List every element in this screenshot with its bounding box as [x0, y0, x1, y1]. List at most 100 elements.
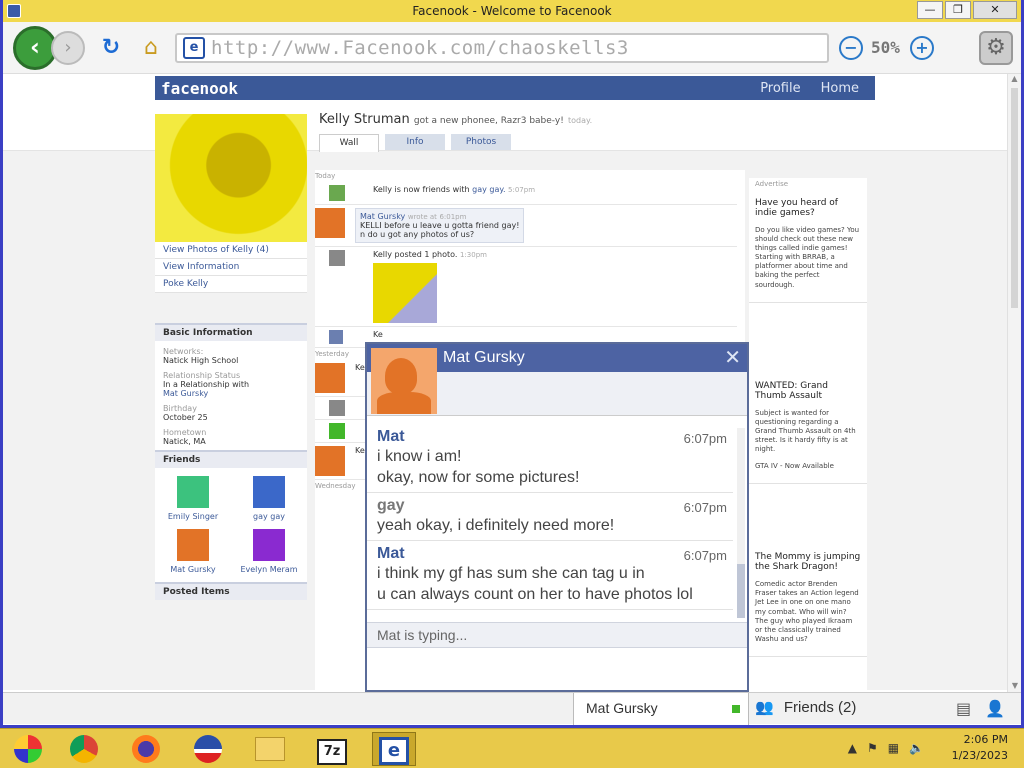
- firefox-icon: [132, 735, 160, 763]
- scroll-thumb[interactable]: [1011, 88, 1018, 308]
- clock-time: 2:06 PM: [963, 733, 1008, 746]
- taskbar-app[interactable]: [124, 732, 168, 766]
- photo-icon: [329, 400, 345, 416]
- browser-toolbar: ‹ › ↻ ⌂ e http://www.Facenook.com/chaosk…: [3, 22, 1021, 74]
- view-information-link[interactable]: View Information: [155, 259, 307, 276]
- chat-contact-name: Mat Gursky: [443, 349, 525, 366]
- avatar[interactable]: [315, 208, 345, 238]
- forward-button[interactable]: ›: [51, 30, 85, 65]
- profile-picture[interactable]: [155, 114, 307, 242]
- profile-sidebar: View Photos of Kelly (4) View Informatio…: [155, 242, 307, 600]
- feed-item: Kelly posted 1 photo. 1:30pm: [315, 247, 737, 327]
- taskbar-app[interactable]: [186, 732, 230, 766]
- ad-item[interactable]: WANTED: Grand Thumb Assault Subject is w…: [749, 373, 867, 485]
- ad-item[interactable]: The Mommy is jumping the Shark Dragon! C…: [749, 544, 867, 657]
- minimize-button[interactable]: —: [917, 1, 943, 19]
- relationship-label: Relationship Status: [163, 371, 241, 380]
- taskbar-app[interactable]: [62, 732, 106, 766]
- taskbar-app[interactable]: [6, 732, 50, 766]
- poke-link[interactable]: Poke Kelly: [155, 276, 307, 293]
- chat-avatar: [371, 348, 437, 414]
- network-icon[interactable]: ▦: [888, 741, 899, 755]
- zoom-out-button[interactable]: −: [839, 35, 863, 60]
- ad-extra: GTA IV - Now Available: [755, 462, 834, 471]
- ad-spacer: [749, 303, 867, 373]
- post-time: 6:01pm: [439, 213, 467, 221]
- chat-tab-label: Mat Gursky: [586, 700, 658, 716]
- 7zip-icon: 7z: [317, 739, 347, 765]
- feed-link[interactable]: gay gay.: [472, 185, 505, 194]
- clock-date: 1/23/2023: [951, 749, 1008, 762]
- window-title: Facenook - Welcome to Facenook: [412, 4, 612, 18]
- refresh-button[interactable]: ↻: [97, 34, 125, 62]
- zoom-out-icon: −: [844, 37, 858, 57]
- tab-info[interactable]: Info: [385, 134, 445, 150]
- feed-item: Kelly is now friends with gay gay. 5:07p…: [315, 182, 737, 205]
- friends-icon: 👥: [755, 699, 774, 716]
- birthday-value: October 25: [163, 413, 208, 422]
- address-bar[interactable]: e http://www.Facenook.com/chaoskells3: [175, 32, 829, 63]
- post-author[interactable]: Mat Gursky: [360, 212, 405, 221]
- post-line: n do u got any photos of us?: [360, 230, 475, 239]
- taskbar-app-active[interactable]: e: [372, 732, 416, 766]
- birthday-label: Birthday: [163, 404, 197, 413]
- tab-photos[interactable]: Photos: [451, 134, 511, 150]
- chat-scrollbar[interactable]: [737, 428, 745, 618]
- avatar[interactable]: [315, 363, 345, 393]
- obama-icon: [194, 735, 222, 763]
- settings-button[interactable]: ⚙: [979, 30, 1013, 65]
- friend-item[interactable]: gay gay: [231, 476, 307, 521]
- chat-tab[interactable]: Mat Gursky: [573, 693, 749, 725]
- folder-icon: [255, 737, 285, 761]
- page-scrollbar[interactable]: ▲ ▼: [1007, 74, 1021, 692]
- volume-icon[interactable]: 🔈: [909, 741, 924, 755]
- posted-photo[interactable]: [373, 263, 437, 323]
- gear-icon: ⚙: [986, 34, 1006, 60]
- friend-item[interactable]: Mat Gursky: [155, 529, 231, 574]
- notes-icon[interactable]: ▤: [956, 699, 971, 718]
- message-time: 6:07pm: [683, 548, 727, 563]
- maximize-button[interactable]: ❐: [945, 1, 971, 19]
- flag-icon[interactable]: ⚑: [867, 741, 878, 755]
- taskbar-app[interactable]: [248, 732, 292, 766]
- clock[interactable]: 2:06 PM 1/23/2023: [952, 732, 1008, 764]
- taskbar-app[interactable]: 7z: [310, 732, 354, 766]
- ads-label[interactable]: Advertise: [749, 178, 867, 190]
- view-photos-link[interactable]: View Photos of Kelly (4): [155, 242, 307, 259]
- friend-name: Emily Singer: [167, 512, 219, 521]
- zoom-in-button[interactable]: +: [909, 35, 934, 60]
- scroll-up-icon[interactable]: ▲: [1008, 74, 1021, 83]
- ad-item[interactable]: Have you heard of indie games? Do you li…: [749, 190, 867, 303]
- home-button[interactable]: ⌂: [137, 34, 165, 62]
- comment-icon: [329, 423, 345, 439]
- scroll-down-icon[interactable]: ▼: [1008, 681, 1021, 690]
- site-logo[interactable]: facenook: [161, 79, 238, 98]
- friends-online-button[interactable]: 👥 Friends (2): [755, 693, 856, 725]
- person-icon: [329, 330, 343, 344]
- networks-label: Networks:: [163, 347, 204, 356]
- friend-name: gay gay: [253, 512, 285, 521]
- chat-close-icon[interactable]: ✕: [724, 347, 741, 367]
- relationship-value: In a Relationship with: [163, 380, 250, 389]
- tab-wall[interactable]: Wall: [319, 134, 379, 152]
- avatar[interactable]: [315, 446, 345, 476]
- relationship-link[interactable]: Mat Gursky: [163, 389, 299, 398]
- pal-icon: [14, 735, 42, 763]
- chat-message: gay 6:07pm yeah okay, i definitely need …: [367, 493, 733, 541]
- url-text[interactable]: http://www.Facenook.com/chaoskells3: [211, 37, 629, 59]
- nav-profile[interactable]: Profile: [760, 81, 800, 96]
- friend-item[interactable]: Evelyn Meram: [231, 529, 307, 574]
- ad-body: Comedic actor Brenden Fraser takes an Ac…: [755, 580, 859, 643]
- nav-home[interactable]: Home: [821, 81, 859, 96]
- tray-expand-icon[interactable]: ▲: [848, 741, 857, 755]
- browser-window: Facenook - Welcome to Facenook — ❐ ✕ ‹ ›…: [0, 0, 1024, 728]
- friends-icon: [329, 185, 345, 201]
- friend-item[interactable]: Emily Singer: [155, 476, 231, 521]
- online-status-icon: [732, 705, 740, 713]
- day-label: Today: [315, 172, 336, 180]
- chat-input[interactable]: [367, 648, 747, 690]
- online-user-icon[interactable]: 👤: [985, 699, 1005, 718]
- close-button[interactable]: ✕: [973, 1, 1017, 19]
- friends-grid: Emily Singer gay gay Mat Gursky Evelyn M…: [155, 468, 307, 582]
- chat-scroll-thumb[interactable]: [737, 564, 745, 618]
